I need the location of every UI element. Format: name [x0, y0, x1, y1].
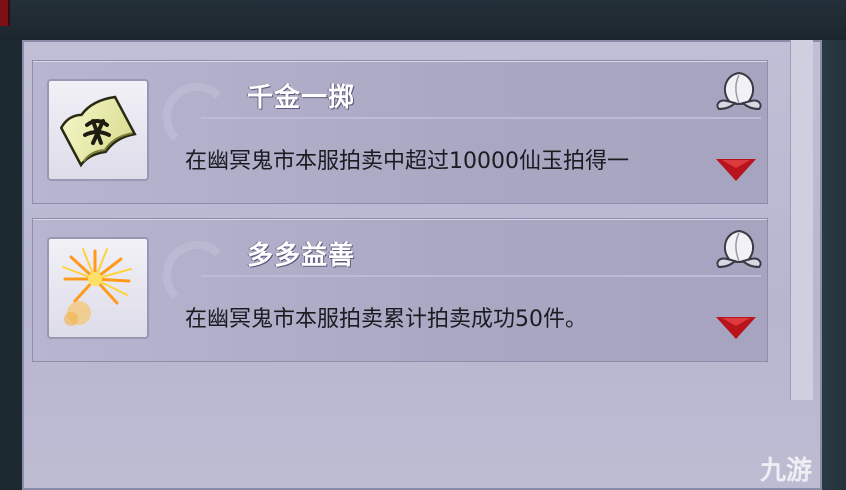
peach-icon: [713, 69, 765, 113]
achievement-card[interactable]: 多多益善 在幽冥鬼市本服拍卖累计拍卖成功50件。: [32, 218, 768, 362]
fireworks-icon: [47, 237, 149, 339]
card-divider: [201, 117, 761, 119]
achievement-description: 在幽冥鬼市本服拍卖累计拍卖成功50件。: [185, 307, 587, 332]
scrollbar-track[interactable]: [790, 40, 813, 400]
expand-arrow-icon[interactable]: [716, 159, 756, 181]
window-left-frame: [0, 40, 22, 490]
watermark-logo: 九游: [760, 456, 813, 486]
achievement-card[interactable]: 千金一掷 在幽冥鬼市本服拍卖中超过10000仙玉拍得一: [32, 60, 768, 204]
achievement-title: 千金一掷: [247, 83, 356, 113]
window-right-frame: [822, 40, 846, 490]
expand-arrow-icon[interactable]: [716, 317, 756, 339]
achievement-title: 多多益善: [247, 241, 356, 271]
top-left-accent: [0, 0, 10, 26]
card-divider: [201, 275, 761, 277]
achievement-description: 在幽冥鬼市本服拍卖中超过10000仙玉拍得一: [185, 149, 629, 174]
peach-icon: [713, 227, 765, 271]
paper-note-icon: [47, 79, 149, 181]
window-top-frame: [0, 0, 846, 40]
